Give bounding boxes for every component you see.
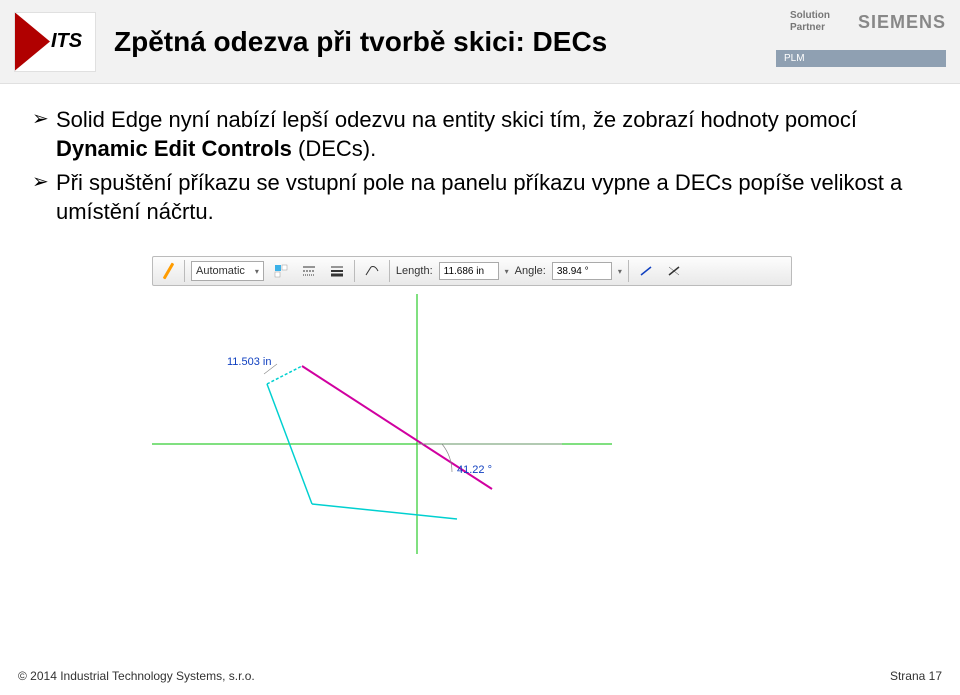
slide-footer: © 2014 Industrial Technology Systems, s.… xyxy=(18,669,942,683)
page-number: Strana 17 xyxy=(890,669,942,683)
bullet-1: Solid Edge nyní nabízí lepší odezvu na e… xyxy=(32,106,930,163)
slide-body: Solid Edge nyní nabízí lepší odezvu na e… xyxy=(0,84,960,554)
its-logo: ITS xyxy=(14,12,96,72)
length-dimension: 11.503 in xyxy=(227,356,271,368)
toolbar-separator xyxy=(628,260,629,282)
logo-triangle-icon xyxy=(15,13,50,71)
arc-line-icon[interactable] xyxy=(361,260,383,282)
linetype-icon[interactable] xyxy=(298,260,320,282)
solution-partner-label: Solution Partner xyxy=(790,10,848,34)
toolbar-separator xyxy=(389,260,390,282)
angle-input[interactable] xyxy=(552,262,612,280)
bullet-2: Při spuštění příkazu se vstupní pole na … xyxy=(32,169,930,226)
line-style-2-icon[interactable] xyxy=(663,260,685,282)
partner-line1: Solution xyxy=(790,10,830,21)
line-style-1-icon[interactable] xyxy=(635,260,657,282)
bullet-1-strong: Dynamic Edit Controls xyxy=(56,136,292,161)
sketch-canvas: 11.503 in 41.22 ° xyxy=(152,294,792,554)
mode-select-value: Automatic xyxy=(196,265,245,277)
length-input[interactable] xyxy=(439,262,499,280)
bullet-2-text: Při spuštění příkazu se vstupní pole na … xyxy=(56,170,902,224)
slide-title: Zpětná odezva při tvorbě skici: DECs xyxy=(114,26,607,58)
bullet-1-post: (DECs). xyxy=(292,136,376,161)
copyright: © 2014 Industrial Technology Systems, s.… xyxy=(18,669,255,683)
length-label: Length: xyxy=(396,265,433,277)
sketch-svg xyxy=(152,294,792,554)
mode-select[interactable]: Automatic xyxy=(191,261,264,281)
toolbar-separator xyxy=(354,260,355,282)
logo-text: ITS xyxy=(51,30,82,53)
angle-dimension: 41.22 ° xyxy=(457,464,492,476)
partner-line2: Partner xyxy=(790,22,825,33)
sketch-toolbar: Automatic Length: ▾ Angle: ▾ xyxy=(152,256,792,286)
siemens-partner-box: Solution Partner SIEMENS xyxy=(790,10,946,34)
siemens-wordmark: SIEMENS xyxy=(858,12,946,33)
plm-badge: PLM xyxy=(776,50,946,67)
line-tool-icon[interactable] xyxy=(158,261,178,281)
angle-label: Angle: xyxy=(515,265,546,277)
color-palette-icon[interactable] xyxy=(270,260,292,282)
embedded-screenshot: Automatic Length: ▾ Angle: ▾ xyxy=(152,256,792,554)
length-dropdown-icon[interactable]: ▾ xyxy=(505,267,509,276)
toolbar-separator xyxy=(184,260,185,282)
angle-dropdown-icon[interactable]: ▾ xyxy=(618,267,622,276)
slide-header: ITS Zpětná odezva při tvorbě skici: DECs… xyxy=(0,0,960,84)
bullet-1-text: Solid Edge nyní nabízí lepší odezvu na e… xyxy=(56,107,857,132)
lineweight-icon[interactable] xyxy=(326,260,348,282)
